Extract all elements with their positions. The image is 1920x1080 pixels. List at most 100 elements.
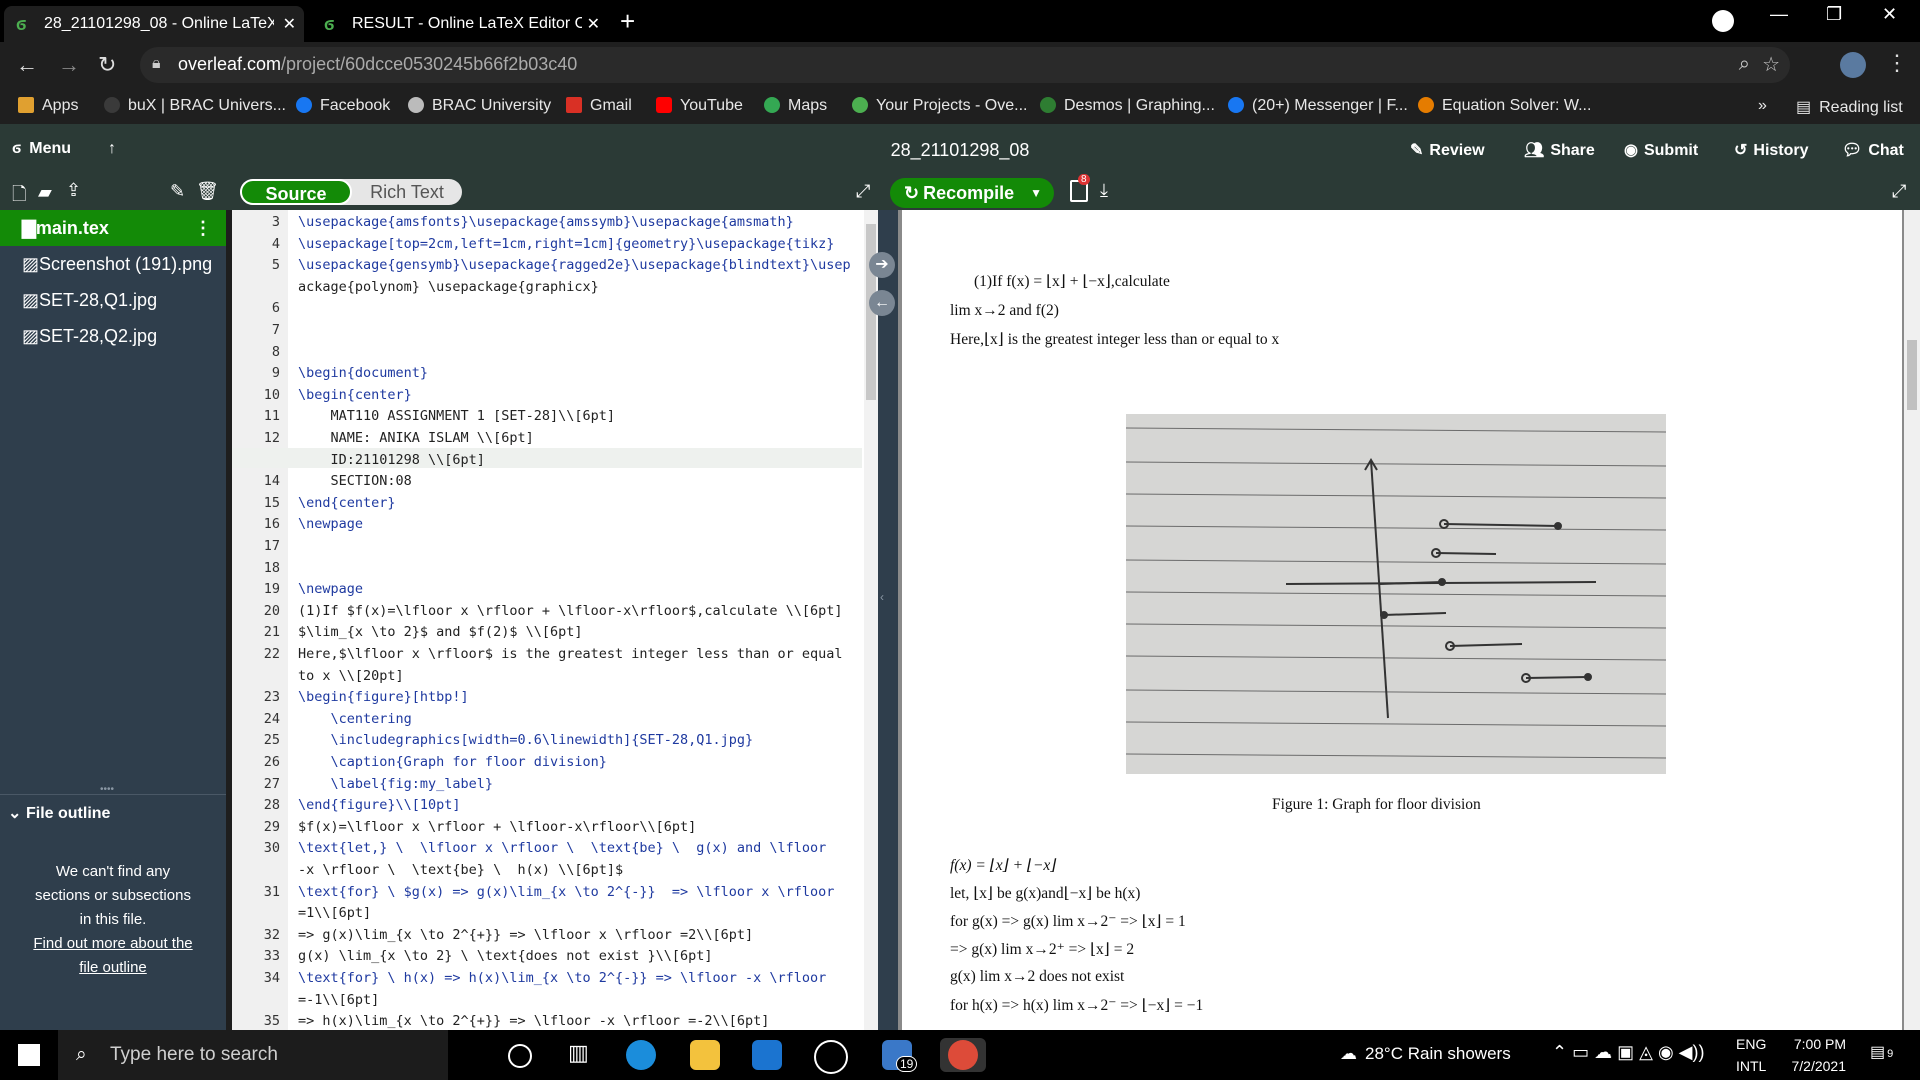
file-menu-icon[interactable]: ⋮ (194, 210, 212, 246)
sync-to-pdf-icon[interactable]: ➔ (869, 252, 895, 278)
close-tab-icon[interactable]: ✕ (587, 14, 600, 34)
mail-icon[interactable] (752, 1040, 782, 1070)
bookmark-projects[interactable]: Your Projects - Ove... (852, 97, 1027, 115)
code-line[interactable]: \centering (298, 711, 412, 727)
code-line[interactable]: NAME: ANIKA ISLAM \\[6pt] (298, 430, 534, 446)
rich-text-mode-button[interactable]: Rich Text (352, 179, 462, 205)
history-button[interactable]: ↺ History (1734, 140, 1809, 160)
code-line[interactable]: \end{center} (298, 495, 396, 511)
code-line[interactable]: $\lim_{x \to 2}$ and $f(2)$ \\[6pt] (298, 624, 582, 640)
more-bookmarks-button[interactable]: » (1758, 97, 1767, 115)
bookmark-desmos[interactable]: Desmos | Graphing... (1040, 97, 1215, 115)
zoom-icon[interactable]: ⌕ (1739, 53, 1750, 76)
pdf-scrollbar[interactable] (1904, 210, 1920, 1030)
bookmark-star-icon[interactable]: ☆ (1762, 52, 1780, 77)
code-line[interactable]: => h(x)\lim_{x \to 2^{+}} => \lfloor -x … (298, 1013, 769, 1029)
code-line[interactable]: \begin{figure}[htbp!] (298, 689, 469, 705)
code-line[interactable]: Here,$\lfloor x \rfloor$ is the greatest… (298, 646, 843, 662)
code-line[interactable]: \usepackage{gensymb}\usepackage{ragged2e… (298, 257, 851, 273)
code-line[interactable]: $f(x)=\lfloor x \rfloor + \lfloor-x\rflo… (298, 819, 696, 835)
new-folder-icon[interactable]: ▰ (38, 182, 52, 203)
source-mode-button[interactable]: Source (240, 179, 352, 205)
logs-icon[interactable]: 8 (1070, 174, 1090, 202)
code-line[interactable]: \caption{Graph for floor division} (298, 754, 607, 770)
clock[interactable]: 7:00 PM 7/2/2021 (1784, 1036, 1847, 1074)
close-window-icon[interactable]: ✕ (1882, 4, 1897, 25)
share-button[interactable]: 👥︎ Share (1524, 140, 1595, 160)
cortana-icon[interactable] (508, 1044, 532, 1068)
code-line[interactable]: -x \rfloor \ \text{be} \ h(x) \\[6pt]$ (298, 862, 623, 878)
bookmark-bux[interactable]: buX | BRAC Univers... (104, 97, 286, 115)
code-line[interactable]: \begin{document} (298, 365, 428, 381)
bookmark-equation-solver[interactable]: Equation Solver: W... (1418, 97, 1591, 115)
code-editor[interactable]: 3456789101112131415161718192021222324252… (232, 210, 878, 1030)
minimize-icon[interactable]: — (1770, 4, 1788, 25)
code-line[interactable]: =1\\[6pt] (298, 905, 371, 921)
language-indicator[interactable]: ENG INTL (1736, 1036, 1766, 1074)
code-line[interactable]: \begin{center} (298, 387, 412, 403)
tab-result[interactable]: ϭ RESULT - Online LaTeX Editor Ov ✕ (312, 6, 608, 42)
code-line[interactable]: g(x) \lim_{x \to 2} \ \text{does not exi… (298, 948, 713, 964)
code-line[interactable]: \usepackage[top=2cm,left=1cm,right=1cm]{… (298, 236, 834, 252)
browser-menu-icon[interactable]: ⋮ (1886, 50, 1908, 76)
code-line[interactable]: \newpage (298, 581, 363, 597)
bookmark-brac[interactable]: BRAC University (408, 97, 551, 115)
phone-app-icon[interactable]: 19 (882, 1040, 918, 1072)
editor-scrollbar[interactable] (864, 210, 878, 1030)
dell-icon[interactable] (814, 1040, 848, 1074)
profile-dropdown-icon[interactable] (1712, 10, 1734, 32)
code-line[interactable]: \usepackage{amsfonts}\usepackage{amssymb… (298, 214, 794, 230)
code-line[interactable]: \text{for} \ $g(x) => g(x)\lim_{x \to 2^… (298, 884, 834, 900)
restore-icon[interactable]: ❐ (1826, 4, 1842, 25)
bookmark-apps[interactable]: Apps (18, 97, 78, 115)
bookmark-maps[interactable]: Maps (764, 97, 827, 115)
code-line[interactable]: SECTION:08 (298, 473, 412, 489)
windows-start-icon[interactable] (18, 1044, 40, 1066)
submit-button[interactable]: ◉ Submit (1624, 140, 1698, 160)
reading-list-button[interactable]: ▤ Reading list (1796, 97, 1903, 117)
file-outline-header[interactable]: ⌄ File outline (0, 794, 226, 832)
pdf-preview[interactable]: (1)If f(x) = ⌊x⌋ + ⌊−x⌋,calculate lim x→… (898, 210, 1904, 1030)
caret-down-icon[interactable]: ▼ (1030, 178, 1042, 208)
file-set28-q2[interactable]: ▨SET-28,Q2.jpg (0, 318, 226, 354)
upload-icon[interactable]: ⇪ (66, 180, 81, 201)
collapse-left-icon[interactable]: ‹ (880, 590, 884, 604)
bookmark-gmail[interactable]: Gmail (566, 97, 632, 115)
avatar[interactable] (1840, 52, 1866, 78)
code-line[interactable]: \text{let,} \ \lfloor x \rfloor \ \text{… (298, 840, 826, 856)
back-icon[interactable]: ← (16, 52, 38, 78)
code-line[interactable]: \newpage (298, 516, 363, 532)
review-button[interactable]: ✎ Review (1410, 140, 1485, 160)
code-line[interactable]: \end{figure}\\[10pt] (298, 797, 461, 813)
code-line[interactable]: =-1\\[6pt] (298, 992, 379, 1008)
taskbar-search[interactable]: ⌕ Type here to search (58, 1030, 448, 1080)
bookmark-youtube[interactable]: YouTube (656, 97, 743, 115)
code-line[interactable]: to x \\[20pt] (298, 668, 404, 684)
tab-active[interactable]: ϭ 28_21101298_08 - Online LaTeX E ✕ (4, 6, 304, 42)
code-line[interactable]: \label{fig:my_label} (298, 776, 494, 792)
code-line[interactable]: (1)If $f(x)=\lfloor x \rfloor + \lfloor-… (298, 603, 843, 619)
notification-center-icon[interactable]: ▤ 9 (1870, 1042, 1893, 1062)
code-line[interactable]: => g(x)\lim_{x \to 2^{+}} => \lfloor x \… (298, 927, 753, 943)
trash-icon[interactable]: 🗑︎ (196, 181, 219, 202)
file-main-tex[interactable]: ▇main.tex ⋮ (0, 210, 226, 246)
code-line[interactable]: \text{for} \ h(x) => h(x)\lim_{x \to 2^{… (298, 970, 826, 986)
expand-icon[interactable]: ⤢ (856, 181, 870, 202)
pane-divider[interactable]: ‹ (878, 210, 898, 1030)
fullscreen-icon[interactable]: ⤢ (1892, 181, 1906, 202)
outline-help-link[interactable]: Find out more about the file outline (23, 932, 203, 980)
file-set28-q1[interactable]: ▨SET-28,Q1.jpg (0, 282, 226, 318)
forward-icon[interactable]: → (58, 52, 80, 78)
weather-widget[interactable]: ☁︎ 28°C Rain showers (1340, 1044, 1511, 1064)
edge-icon[interactable] (626, 1040, 656, 1070)
code-line[interactable]: ackage{polynom} \usepackage{graphicx} (298, 279, 599, 295)
new-tab-button[interactable]: + (620, 6, 635, 37)
address-bar[interactable]: 🔒︎ overleaf.com/project/60dcce0530245b66… (140, 47, 1790, 83)
new-file-icon[interactable]: 🗋︎ (12, 182, 26, 212)
bookmark-messenger[interactable]: (20+) Messenger | F... (1228, 97, 1408, 115)
system-tray-icons[interactable]: ⌃ ▭ ☁ ▣ ◬ ◉ ◀)) (1552, 1042, 1704, 1063)
close-tab-icon[interactable]: ✕ (283, 14, 296, 34)
recompile-button[interactable]: ↻ Recompile ▼ (890, 178, 1054, 208)
file-screenshot[interactable]: ▨Screenshot (191).png (0, 246, 226, 282)
chat-button[interactable]: 💬︎ Chat (1842, 140, 1904, 160)
